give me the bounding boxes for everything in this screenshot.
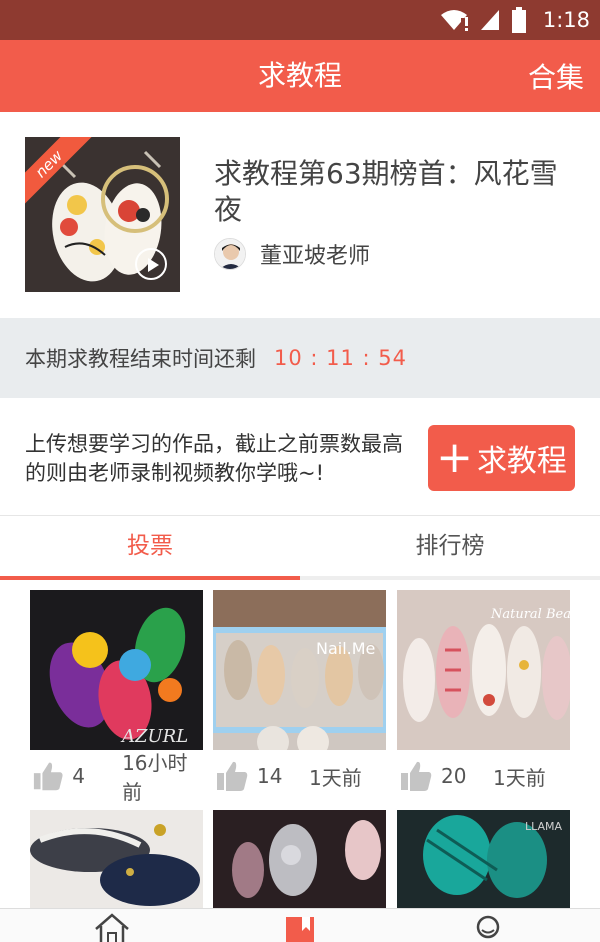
- post-image-5: [213, 810, 386, 908]
- post-image[interactable]: [30, 810, 203, 908]
- request-tutorial-label: 求教程: [476, 444, 567, 479]
- countdown-label: 本期求教程结束时间还剩: [25, 347, 256, 371]
- post-image-4: [30, 810, 203, 908]
- battery-icon: [511, 7, 526, 33]
- request-tutorial-button[interactable]: + 求教程: [428, 425, 575, 491]
- signal-icon: [480, 10, 499, 30]
- post-image[interactable]: Nail.Me: [213, 590, 386, 750]
- home-icon[interactable]: [90, 913, 134, 942]
- author-name: 董亚坡老师: [260, 244, 371, 269]
- countdown-bar: 本期求教程结束时间还剩 10 : 11 : 54: [0, 318, 600, 398]
- like-count: 20: [441, 764, 467, 788]
- post-card[interactable]: [213, 810, 386, 908]
- tab-bar: 投票 排行榜: [0, 516, 600, 580]
- bookmark-icon[interactable]: [278, 913, 322, 942]
- featured-title[interactable]: 求教程第63期榜首：风花雪夜: [214, 156, 574, 228]
- post-time: 1天前: [309, 765, 362, 790]
- post-card[interactable]: Natural Beauty 20 1天前: [397, 590, 570, 802]
- tab-ranking[interactable]: 排行榜: [300, 516, 600, 576]
- post-card[interactable]: LLAMA: [397, 810, 570, 908]
- page-title: 求教程: [257, 59, 342, 92]
- thumbs-up-icon[interactable]: [215, 760, 249, 792]
- upload-description: 上传想要学习的作品，截止之前票数最高的则由老师录制视频教你学哦~!: [25, 432, 403, 485]
- featured-tutorial[interactable]: new 求教程第63期榜首：风花雪夜 董亚坡老师: [0, 112, 600, 318]
- status-icons: 1:18: [439, 0, 590, 40]
- watermark-text: Natural Beauty: [490, 607, 570, 622]
- post-card[interactable]: AZURL 4 16小时前: [30, 590, 203, 804]
- tab-vote[interactable]: 投票: [0, 516, 300, 580]
- post-time: 16小时前: [122, 751, 188, 804]
- app-header: 求教程 合集: [0, 40, 600, 112]
- post-meta: 20 1天前: [397, 750, 570, 802]
- collection-button[interactable]: 合集: [528, 40, 584, 116]
- post-time: 1天前: [493, 765, 546, 790]
- wifi-icon: [440, 10, 468, 31]
- post-card[interactable]: [30, 810, 203, 908]
- post-image[interactable]: AZURL: [30, 590, 203, 750]
- like-count: 4: [72, 764, 85, 788]
- author-avatar: [214, 238, 246, 270]
- like-count: 14: [257, 764, 283, 788]
- post-image-2: Nail.Me: [213, 590, 386, 750]
- watermark-text: Nail.Me: [316, 639, 375, 658]
- post-image-6: LLAMA: [397, 810, 570, 908]
- thumbs-up-icon[interactable]: [399, 760, 433, 792]
- post-image[interactable]: [213, 810, 386, 908]
- post-image-1: AZURL: [30, 590, 203, 750]
- bottom-navigation: [0, 908, 600, 942]
- plus-icon: +: [436, 432, 473, 483]
- status-time: 1:18: [542, 8, 590, 32]
- thumbs-up-icon[interactable]: [32, 760, 64, 792]
- upload-section: 上传想要学习的作品，截止之前票数最高的则由老师录制视频教你学哦~! + 求教程: [0, 398, 600, 516]
- play-icon[interactable]: [135, 248, 167, 280]
- post-image[interactable]: Natural Beauty: [397, 590, 570, 750]
- post-meta: 4 16小时前: [30, 750, 203, 804]
- watermark-text: LLAMA: [525, 820, 563, 833]
- post-image[interactable]: LLAMA: [397, 810, 570, 908]
- user-icon[interactable]: [466, 913, 510, 942]
- countdown-timer: 10 : 11 : 54: [274, 346, 408, 370]
- post-meta: 14 1天前: [213, 750, 386, 802]
- watermark-text: AZURL: [120, 726, 188, 747]
- status-bar: 1:18: [0, 0, 600, 40]
- post-image-3: Natural Beauty: [397, 590, 570, 750]
- author-avatar-image: [215, 239, 245, 269]
- post-grid: AZURL 4 16小时前 Nail.Me 14 1天前 Natural Bea…: [0, 580, 600, 908]
- featured-thumbnail[interactable]: new: [25, 137, 180, 292]
- featured-author[interactable]: 董亚坡老师: [214, 236, 370, 272]
- post-card[interactable]: Nail.Me 14 1天前: [213, 590, 386, 802]
